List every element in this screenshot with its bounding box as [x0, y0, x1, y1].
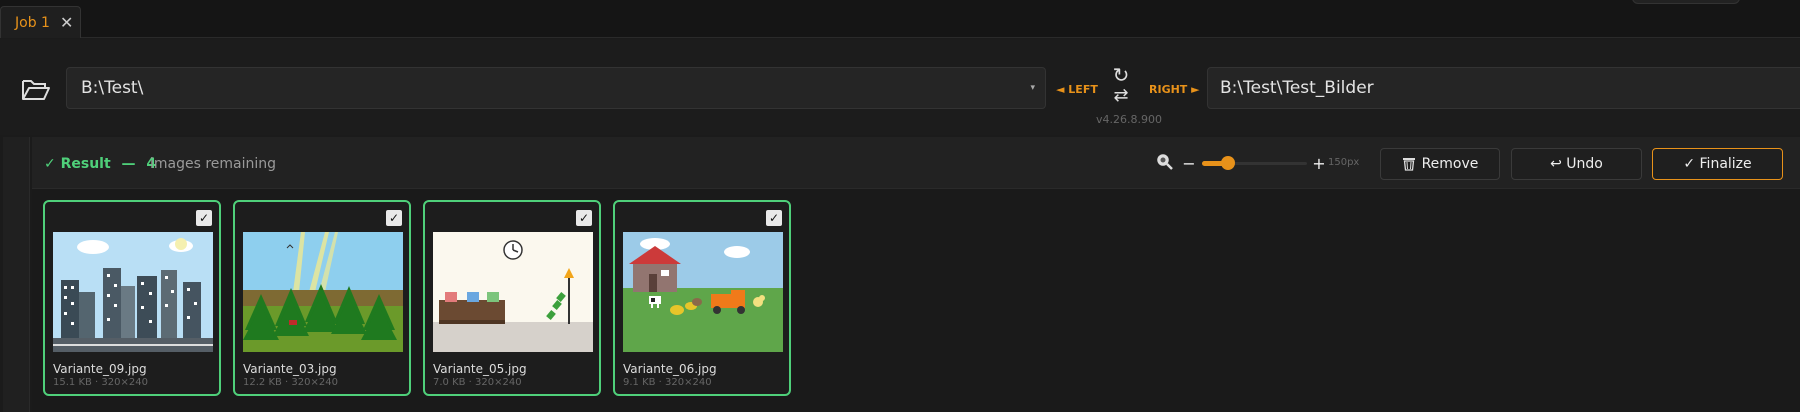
zoom-icon [1156, 153, 1174, 171]
result-dash: — [121, 156, 136, 172]
remaining-label: images remaining [150, 156, 277, 172]
image-meta: 9.1 KB · 320×240 [623, 377, 712, 388]
chevron-down-icon: ▾ [1030, 83, 1035, 93]
tab-label: Job 1 [15, 14, 50, 31]
folder-open-icon[interactable] [20, 77, 52, 103]
image-filename: Variante_03.jpg [243, 362, 337, 376]
slider-handle[interactable] [1221, 156, 1236, 170]
result-label: ✓ Result [44, 156, 111, 172]
image-card[interactable]: ✓ Variante_05.jpg 7.0 KB · 320×240 [423, 200, 601, 396]
checkbox-checked[interactable]: ✓ [196, 210, 212, 226]
tab-job-1[interactable]: Job 1 ✕ [0, 6, 81, 38]
thumbnail-city [53, 232, 213, 352]
left-side-label: ◄ LEFT [1056, 83, 1098, 96]
undo-button[interactable]: ↩ Undo [1511, 148, 1642, 180]
zoom-in-button[interactable]: + [1312, 156, 1326, 172]
left-path-value: B:\Test\ [81, 78, 144, 98]
title-bar: Job 1 ✕ [0, 0, 1800, 38]
window-control-button[interactable] [1632, 0, 1740, 4]
thumbnail-room [433, 232, 593, 352]
zoom-slider[interactable] [1202, 156, 1307, 170]
image-meta: 15.1 KB · 320×240 [53, 377, 148, 388]
finalize-button[interactable]: ✓ Finalize [1652, 148, 1783, 180]
thumbnail-farm [623, 232, 783, 352]
result-panel: ✓ Result — 4 images remaining − + 150px [32, 137, 1800, 412]
side-strip [3, 137, 30, 412]
finalize-label: ✓ Finalize [1683, 156, 1752, 172]
trash-icon [1402, 158, 1415, 171]
zoom-size-label: 150px [1328, 157, 1360, 168]
result-toolbar: ✓ Result — 4 images remaining − + 150px [32, 137, 1800, 189]
image-card[interactable]: ✓ Variante_03.jpg 12.2 KB · 320×240 [233, 200, 411, 396]
remove-button[interactable]: Remove [1380, 148, 1500, 180]
swap-button[interactable]: ↻ ⇄ [1108, 65, 1134, 107]
left-path-select[interactable]: B:\Test\ ▾ [66, 67, 1046, 109]
undo-label: ↩ Undo [1550, 156, 1603, 172]
image-meta: 7.0 KB · 320×240 [433, 377, 522, 388]
checkbox-checked[interactable]: ✓ [766, 210, 782, 226]
remove-label: Remove [1421, 156, 1479, 172]
image-card[interactable]: ✓ Variante_06.jpg 9.1 KB · 320×240 [613, 200, 791, 396]
path-bar: B:\Test\ ▾ ◄ LEFT ↻ ⇄ v4.26.8.900 RIGHT … [0, 39, 1800, 135]
right-side-label: RIGHT ► [1149, 83, 1200, 96]
result-heading: ✓ Result — 4 [44, 156, 156, 172]
right-path-value: B:\Test\Test_Bilder [1220, 78, 1374, 98]
image-card[interactable]: ✓ Variante_09.jpg 15.1 KB · 320×240 [43, 200, 221, 396]
right-path-input[interactable]: B:\Test\Test_Bilder [1207, 67, 1800, 109]
image-filename: Variante_05.jpg [433, 362, 527, 376]
image-meta: 12.2 KB · 320×240 [243, 377, 338, 388]
zoom-out-button[interactable]: − [1182, 156, 1196, 172]
refresh-icon: ↻ [1112, 63, 1130, 87]
swap-arrows-icon: ⇄ [1113, 85, 1129, 106]
close-icon[interactable]: ✕ [60, 13, 73, 32]
thumbnail-forest [243, 232, 403, 352]
image-filename: Variante_09.jpg [53, 362, 147, 376]
checkbox-checked[interactable]: ✓ [576, 210, 592, 226]
version-label: v4.26.8.900 [1096, 113, 1162, 126]
image-filename: Variante_06.jpg [623, 362, 717, 376]
checkbox-checked[interactable]: ✓ [386, 210, 402, 226]
